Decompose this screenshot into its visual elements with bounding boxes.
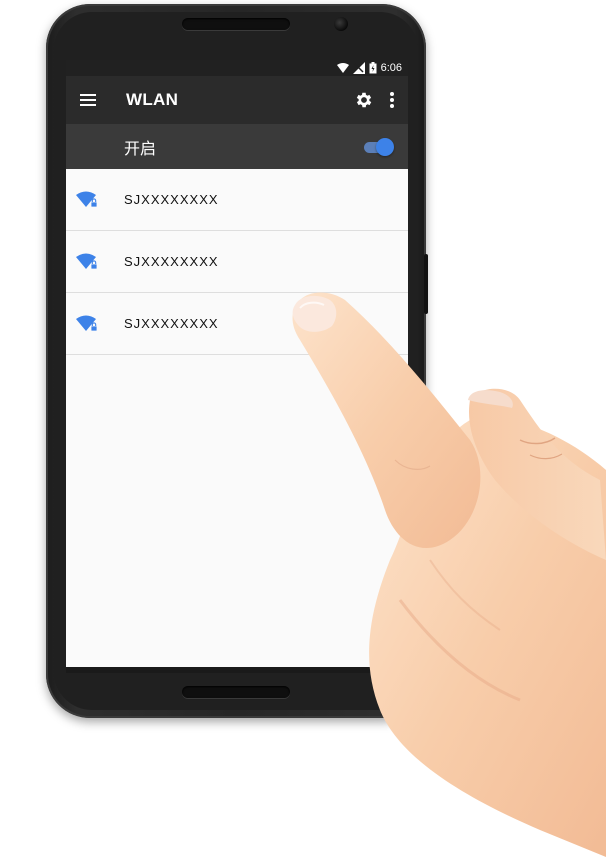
bottom-speaker bbox=[182, 686, 290, 698]
wifi-signal-icon bbox=[336, 63, 349, 73]
wifi-network-item[interactable]: SJXXXXXXXX bbox=[66, 231, 408, 293]
battery-icon bbox=[369, 62, 377, 74]
wifi-network-name: SJXXXXXXXX bbox=[124, 254, 219, 269]
wifi-toggle-label: 开启 bbox=[124, 140, 157, 158]
wifi-network-name: SJXXXXXXXX bbox=[124, 316, 219, 331]
more-vert-icon[interactable] bbox=[390, 92, 394, 108]
wifi-toggle-row[interactable]: 开启 bbox=[66, 124, 408, 169]
wifi-lock-icon bbox=[76, 253, 98, 269]
menu-icon[interactable] bbox=[80, 94, 96, 106]
wifi-network-item[interactable]: SJXXXXXXXX bbox=[66, 293, 408, 355]
wifi-network-name: SJXXXXXXXX bbox=[124, 192, 219, 207]
wifi-network-item[interactable]: SJXXXXXXXX bbox=[66, 169, 408, 231]
switch-thumb bbox=[376, 137, 394, 156]
wifi-lock-icon bbox=[76, 315, 98, 331]
phone-screen: 6:06 WLAN 开启 SJXXXXXXXX SJXXXXXXXX SJXXX… bbox=[66, 60, 408, 667]
front-camera bbox=[334, 17, 348, 31]
app-bar: WLAN bbox=[66, 76, 408, 124]
volume-button[interactable] bbox=[424, 254, 428, 314]
screen-bottom-bezel bbox=[66, 667, 408, 673]
wifi-network-list: SJXXXXXXXX SJXXXXXXXX SJXXXXXXXX bbox=[66, 169, 408, 355]
wifi-lock-icon bbox=[76, 191, 98, 207]
clock: 6:06 bbox=[380, 62, 402, 74]
page-title: WLAN bbox=[126, 90, 179, 109]
wifi-switch[interactable] bbox=[364, 137, 394, 156]
gear-icon[interactable] bbox=[354, 90, 374, 110]
signal-icon bbox=[352, 62, 365, 74]
earpiece-speaker bbox=[182, 18, 290, 30]
status-bar: 6:06 bbox=[66, 60, 408, 76]
